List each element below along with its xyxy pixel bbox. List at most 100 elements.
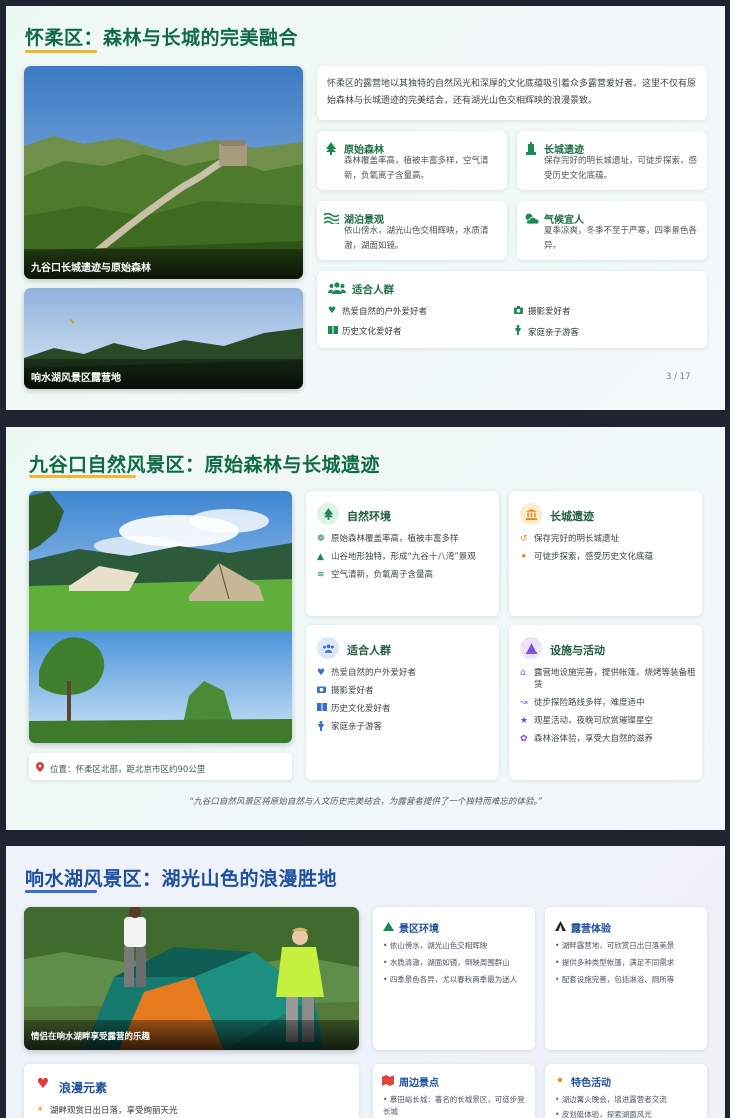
audience-title: 适合人群 [352, 284, 394, 296]
list-item: • 湖边篝火晚会，增进露营者交流 [555, 1095, 667, 1104]
list-item: ▲ 山谷地形独特，形成“九谷十八湾”景观 [317, 552, 476, 562]
history-icon: ↺ [520, 534, 528, 544]
audience-item: ♥ 热爱自然的户外爱好者 [328, 306, 428, 317]
slide-title: 怀柔区：森林与长城的完美融合 [25, 27, 299, 49]
card-title: 设施与活动 [550, 644, 605, 657]
heart-icon: ♥ [317, 668, 326, 678]
camera-icon [514, 305, 528, 317]
list-item: ↺ 保存完好的明长城遗址 [520, 534, 620, 544]
nearby-card: 周边景点 • 慕田峪长城：著名的长城景区，可徒步登长城 [373, 1064, 535, 1118]
hiking-icon: ✦ [520, 552, 528, 562]
card-title: 周边景点 [399, 1078, 439, 1089]
photo-caption: 情侣在响水湖畔享受露营的乐趣 [24, 1020, 359, 1050]
wind-icon: ≋ [317, 570, 325, 580]
page-number: 3 / 17 [666, 372, 691, 382]
list-item: • 依山傍水，湖光山色交相辉映 [383, 941, 488, 950]
list-item: ♥ 热爱自然的户外爱好者 [317, 668, 417, 678]
camping-card: 露营体验 • 湖畔露营地，可欣赏日出日落美景 • 提供多种类型帐篷，满足不同需求… [545, 907, 707, 1050]
list-item: 摄影爱好者 [317, 685, 495, 697]
star-icon: ★ [520, 716, 529, 726]
feature-text: 夏季凉爽，冬季不至于严寒，四季景色各异。 [544, 226, 698, 251]
location-text: 位置：怀柔区北部，距北京市区约90公里 [50, 764, 206, 775]
title-underline [25, 50, 97, 53]
location-bar: 位置：怀柔区北部，距北京市区约90公里 [29, 753, 292, 780]
sun-icon: ☀ [36, 1105, 45, 1115]
people-card: 适合人群 ♥ 热爱自然的户外爱好者 摄影爱好者 历史文化爱好者 家庭亲子游客 [306, 625, 499, 780]
slide-huairou: 怀柔区：森林与长城的完美融合 九谷口长城遗迹与原始森林 响水湖风景区露营地 怀柔… [6, 6, 725, 410]
tent-camp-photo [29, 491, 292, 743]
mountain-icon: ▲ [317, 552, 324, 562]
intro-card: 怀柔区的露营地以其独特的自然风光和深厚的文化底蕴吸引着众多露营爱好者。这里不仅有… [317, 66, 707, 120]
book-icon [317, 703, 331, 715]
scenery-card: 景区环境 • 依山傍水，湖光山色交相辉映 • 水质清澈，湖面如镜，倒映周围群山 … [373, 907, 535, 1050]
tree-icon [317, 503, 339, 525]
hiking-icon: ✦ [555, 1073, 565, 1087]
list-item: ✿ 森林浴体验，享受大自然的滋养 [520, 734, 654, 744]
list-item: ❁ 原始森林覆盖率高，植被丰富多样 [317, 534, 459, 544]
landmark-icon [524, 141, 538, 155]
romance-card: ♥ 浪漫元素 ☀ 湖畔观赏日出日落，享受绚丽天光 [24, 1064, 359, 1118]
couple-camp-photo: 情侣在响水湖畔享受露营的乐趣 [24, 907, 359, 1050]
audience-item: 摄影爱好者 [514, 305, 571, 317]
great-wall-photo: 九谷口长城遗迹与原始森林 [24, 66, 303, 279]
tree-icon [324, 141, 338, 155]
feature-text: 森林覆盖率高，植被丰富多样，空气清新，负氧离子含量高。 [344, 156, 489, 181]
list-item: • 慕田峪长城：著名的长城景区，可徒步登长城 [383, 1095, 525, 1116]
list-item: • 湖畔露营地，可欣赏日出日落美景 [555, 941, 675, 950]
slide-jiugukou: 九谷口自然风景区：原始森林与长城遗迹 位置：怀柔区北部，距北京市区约90公里 自… [6, 427, 725, 830]
landmark-icon [520, 503, 542, 525]
tent-icon [554, 920, 566, 932]
intro-text: 怀柔区的露营地以其独特的自然风光和深厚的文化底蕴吸引着众多露营爱好者。这里不仅有… [327, 79, 697, 106]
card-title: 特色活动 [571, 1078, 611, 1089]
spa-icon: ✿ [520, 734, 528, 744]
list-item: • 四季景色各异，尤以春秋两季最为迷人 [383, 975, 518, 984]
slide-title: 响水湖风景区：湖光山色的浪漫胜地 [25, 868, 338, 890]
slide-title: 九谷口自然风景区：原始森林与长城遗迹 [29, 454, 381, 476]
card-title: 景区环境 [399, 924, 439, 935]
activities-card: ✦ 特色活动 • 湖边篝火晚会，增进露营者交流 • 皮划艇体验，探索湖面风光 [545, 1064, 707, 1118]
card-title: 自然环境 [347, 510, 391, 523]
leaf-icon: ❁ [317, 534, 325, 544]
list-item: 家庭亲子游客 [317, 721, 495, 735]
card-title: 露营体验 [571, 924, 611, 935]
facilities-card: 设施与活动 ⌂ 露营地设施完善，提供帐篷、烧烤等装备租赁 ↝ 徒步探险路线多样，难度… [509, 625, 702, 780]
list-item: ✦ 可徒步探索，感受历史文化底蕴 [520, 552, 654, 562]
feature-card-forest: 原始森林 森林覆盖率高，植被丰富多样，空气清新，负氧离子含量高。 [317, 131, 507, 190]
list-item: • 提供多种类型帐篷，满足不同需求 [555, 958, 675, 967]
feature-card-climate: 气候宜人 夏季凉爽，冬季不至于严寒，四季景色各异。 [517, 201, 707, 260]
photo-caption: 响水湖风景区露营地 [24, 359, 303, 389]
list-item: • 水质清澈，湖面如镜，倒映周围群山 [383, 958, 510, 967]
campfire-icon [520, 637, 542, 659]
child-icon [317, 721, 331, 735]
list-item: ⌂ 露营地设施完善，提供帐篷、烧烤等装备租赁 [520, 668, 696, 690]
map-pin-icon [36, 762, 50, 775]
water-icon [323, 211, 339, 225]
title-underline [25, 890, 97, 893]
heart-icon: ♥ [328, 306, 337, 316]
list-item: ★ 观星活动，夜晚可欣赏璀璨星空 [520, 716, 654, 726]
audience-item: 历史文化爱好者 [328, 325, 402, 337]
heart-icon: ♥ [36, 1076, 50, 1092]
map-icon [382, 1074, 394, 1086]
list-item: ≋ 空气清新，负氧离子含量高 [317, 570, 434, 580]
audience-card: 适合人群 ♥ 热爱自然的户外爱好者 摄影爱好者 历史文化爱好者 家庭亲子游客 [317, 271, 707, 348]
list-item: ↝ 徒步探险路线多样，难度适中 [520, 698, 645, 708]
users-icon [327, 281, 347, 295]
quote-text: “九谷口自然风景区将原始自然与人文历史完美结合，为露营者提供了一个独特而难忘的体… [188, 797, 543, 807]
wall-card: 长城遗迹 ↺ 保存完好的明长城遗址 ✦ 可徒步探索，感受历史文化底蕴 [509, 491, 702, 616]
card-title: 适合人群 [347, 644, 391, 657]
great-wall-image [24, 66, 303, 279]
camera-icon [317, 685, 331, 697]
photo-caption: 九谷口长城遗迹与原始森林 [24, 249, 303, 279]
slide-xiangshuihu: 响水湖风景区：湖光山色的浪漫胜地 情侣在响水湖畔享受露营的乐趣 景区环境 • 依… [6, 846, 725, 1118]
book-icon [328, 325, 342, 337]
card-title: 浪漫元素 [59, 1081, 108, 1095]
feature-text: 依山傍水，湖光山色交相辉映，水质清澈，湖面如镜。 [344, 226, 489, 251]
audience-item: 家庭亲子游客 [514, 325, 579, 338]
list-item: ☀ 湖畔观赏日出日落，享受绚丽天光 [36, 1105, 178, 1116]
card-title: 长城遗迹 [550, 510, 594, 523]
weather-icon [523, 211, 539, 225]
home-icon: ⌂ [520, 668, 526, 678]
list-item: • 配套设施完善，包括淋浴、厕所等 [555, 975, 675, 984]
tent-camp-image [29, 491, 292, 743]
